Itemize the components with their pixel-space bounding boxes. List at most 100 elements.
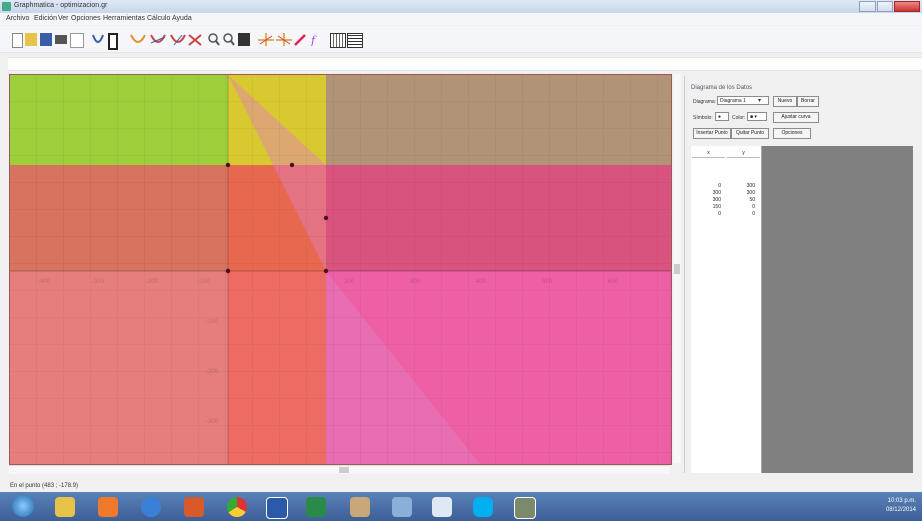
copy-icon[interactable]: [70, 33, 84, 48]
table-cell[interactable]: 300: [725, 190, 755, 196]
paint-icon[interactable]: [350, 497, 370, 517]
grid-lines: [10, 75, 671, 464]
remove-point-button[interactable]: Quitar Punto: [731, 128, 769, 139]
y-tick-label: -100: [206, 319, 219, 325]
maximize-button[interactable]: [876, 1, 894, 12]
x-tick-label: -100: [198, 279, 211, 285]
formula-icon[interactable]: f: [310, 33, 322, 46]
scroll-thumb[interactable]: [674, 264, 680, 274]
vertex-point[interactable]: [323, 215, 329, 221]
vertical-scrollbar[interactable]: [674, 74, 681, 463]
table-cell[interactable]: 0: [691, 211, 721, 217]
menu-opciones[interactable]: Opciones: [71, 15, 101, 22]
window-icon[interactable]: [432, 497, 452, 517]
delete-diagram-button[interactable]: Borrar: [797, 96, 819, 107]
word-icon[interactable]: [266, 497, 288, 519]
vertex-point[interactable]: [323, 268, 329, 274]
cartesian-icon[interactable]: [276, 33, 292, 46]
notes-icon[interactable]: [392, 497, 412, 517]
clock-time: 10:03 p.m.: [887, 498, 916, 504]
tangent-icon[interactable]: [130, 33, 146, 46]
symbol-label: Símbolo:: [693, 115, 713, 121]
menu-edicion[interactable]: Edición: [34, 15, 57, 22]
diagram-select[interactable]: Diagrama 1: [717, 96, 769, 105]
x-tick-label: 600: [608, 279, 619, 285]
menu-calculo[interactable]: Cálculo: [147, 15, 170, 22]
chrome-icon[interactable]: [227, 497, 247, 517]
minimize-button[interactable]: [859, 1, 876, 12]
scroll-thumb[interactable]: [339, 467, 349, 473]
color-select[interactable]: ■ ▾: [747, 112, 767, 121]
table-cell[interactable]: 0: [725, 204, 755, 210]
draw-curve-icon[interactable]: [92, 33, 104, 46]
table-cell[interactable]: 300: [725, 183, 755, 189]
zoom-out-icon[interactable]: [223, 33, 235, 46]
menu-ayuda[interactable]: Ayuda: [172, 15, 192, 22]
internet-explorer-icon[interactable]: [141, 497, 161, 517]
menu-ver[interactable]: Ver: [58, 15, 69, 22]
media-player-icon[interactable]: [98, 497, 118, 517]
print-icon[interactable]: [55, 35, 67, 44]
status-bar: En el punto (483 ; -178.9): [0, 480, 922, 492]
equation-input[interactable]: [8, 57, 922, 71]
x-tick-label: -400: [38, 279, 51, 285]
horizontal-scrollbar[interactable]: [9, 465, 670, 474]
x-tick-label: 400: [476, 279, 487, 285]
taskbar: 10:03 p.m. 08/12/2014: [0, 492, 922, 521]
menu-archivo[interactable]: Archivo: [6, 15, 29, 22]
menu-bar: Archivo Edición Ver Opciones Herramienta…: [0, 13, 922, 25]
table-cell[interactable]: 300: [691, 197, 721, 203]
fit-curve-button[interactable]: Ajustar curva: [773, 112, 819, 123]
clock-date: 08/12/2014: [885, 507, 916, 513]
close-button[interactable]: [894, 1, 920, 12]
graph-svg[interactable]: -400 -300 -200 -100 200 300 400 500 600 …: [10, 75, 671, 464]
zoom-in-icon[interactable]: [208, 33, 220, 46]
data-table[interactable]: x y 0 300 300 300 300 50 150 0 0 0: [691, 146, 762, 473]
file-explorer-icon[interactable]: [55, 497, 75, 517]
polar-icon[interactable]: [258, 33, 274, 46]
data-plot-icon[interactable]: [347, 33, 363, 48]
panel-title: Diagrama de los Datos: [691, 85, 753, 91]
grid-icon[interactable]: [238, 33, 250, 46]
open-folder-icon[interactable]: [25, 33, 37, 46]
x-tick-label: 500: [542, 279, 553, 285]
table-cell[interactable]: 150: [691, 204, 721, 210]
system-clock[interactable]: 10:03 p.m. 08/12/2014: [876, 497, 916, 515]
table-cell[interactable]: 0: [725, 211, 755, 217]
vertex-point[interactable]: [225, 268, 231, 274]
insert-point-button[interactable]: Insertar Punto: [693, 128, 731, 139]
x-tick-label: -300: [92, 279, 105, 285]
toolbar: f: [0, 26, 922, 53]
point-icon[interactable]: [188, 33, 202, 46]
svg-text:f: f: [310, 34, 317, 46]
derivative-icon[interactable]: [150, 33, 166, 46]
vertex-point[interactable]: [289, 162, 295, 168]
menu-herramientas[interactable]: Herramientas: [103, 15, 145, 22]
graphmatica-taskbar-icon[interactable]: [514, 497, 536, 519]
chevron-down-icon[interactable]: ▾: [758, 97, 761, 104]
graph-canvas[interactable]: -400 -300 -200 -100 200 300 400 500 600 …: [9, 74, 672, 465]
new-file-icon[interactable]: [12, 33, 23, 48]
table-header-y: y: [727, 150, 760, 158]
table-icon[interactable]: [108, 33, 118, 50]
options-button[interactable]: Opciones: [773, 128, 811, 139]
table-cell[interactable]: 0: [691, 183, 721, 189]
excel-icon[interactable]: [306, 497, 326, 517]
diagram-select-value: Diagrama 1: [720, 98, 746, 104]
table-cell[interactable]: 50: [725, 197, 755, 203]
diagram-label: Diagrama:: [693, 99, 717, 105]
x-tick-label: 300: [410, 279, 421, 285]
integral-icon[interactable]: [170, 33, 186, 46]
office-icon[interactable]: [184, 497, 204, 517]
new-diagram-button[interactable]: Nuevo: [773, 96, 797, 107]
skype-icon[interactable]: [473, 497, 493, 517]
table-cell[interactable]: 300: [691, 190, 721, 196]
graph-paper-icon[interactable]: [330, 33, 346, 48]
title-bar: Graphmatica - optimizacion.gr: [0, 0, 922, 13]
pencil-icon[interactable]: [294, 33, 306, 46]
color-label: Color:: [732, 115, 746, 121]
start-button[interactable]: [12, 495, 34, 517]
vertex-point[interactable]: [225, 162, 231, 168]
save-icon[interactable]: [40, 33, 52, 46]
symbol-select[interactable]: ●: [715, 112, 729, 121]
